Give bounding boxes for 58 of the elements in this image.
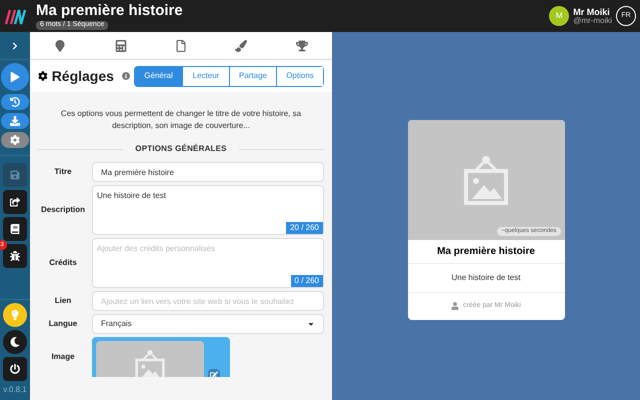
lightbulb-icon [10,310,20,320]
tool-button[interactable] [3,190,27,214]
field-label: Description [40,204,86,216]
calculator-icon [114,40,127,52]
field-label: Titre [53,166,73,178]
sidebar-button[interactable] [3,357,27,381]
text-field[interactable]: Ajoutez un lien vers votre site web si vous le souhaitez [92,291,324,311]
play-icon [10,72,20,82]
intro-text: Ces options vous permettent de changer le titre de votre histoire, sa description, son image de couverture... [60,108,302,132]
card-title: Ma première histoire [408,240,564,264]
moon-icon [10,337,20,347]
user-handle: @mr-moiki [573,16,612,24]
chevron-icon [11,42,19,50]
field-label: Lien [54,295,72,307]
share-icon [10,197,20,207]
trophy-icon [296,40,308,52]
history-icon [10,97,20,107]
field-label: Image [50,351,76,363]
story-title: Ma première histoire [36,2,183,20]
sidebar-button[interactable] [1,132,29,148]
user-name: Mr Moiki [573,8,611,16]
text-field[interactable]: Ma première histoire [92,162,324,182]
user-icon [451,302,460,310]
text-area-value: Une histoire de test [97,191,166,200]
settings-icon [10,135,20,145]
language-select[interactable]: Français [92,314,324,334]
sidebar-button[interactable] [3,330,27,354]
sidebar-button[interactable] [1,113,29,129]
sidebar-button[interactable] [3,303,27,327]
character-counter: 0 / 260 [290,275,323,287]
settings-title: Réglages [52,66,114,86]
field-label: Crédits [48,257,78,269]
bug-icon [10,251,20,261]
field-label: Langue [48,318,78,330]
user-avatar[interactable]: M [549,6,570,26]
tool-button[interactable] [3,244,27,268]
book-icon [10,224,20,234]
text-area-placeholder: Ajouter des crédits personnalisés [97,244,215,253]
brush-icon [235,40,248,52]
text-area[interactable]: Une histoire de test 20 / 260 [92,185,324,235]
tool-button[interactable] [3,217,27,241]
sidebar-button[interactable] [1,63,29,91]
power-icon [10,364,20,374]
caret-icon [307,320,315,328]
settings-tab[interactable]: Options [276,66,323,86]
info-icon[interactable] [122,71,130,81]
map-marker-icon [54,40,66,52]
settings-tab[interactable]: Général [135,66,182,86]
character-counter: 20 / 260 [286,222,323,234]
sidebar-button[interactable] [1,94,29,110]
download-icon [10,116,20,126]
settings-icon [38,70,48,82]
version-label: v.0.8.1 [3,384,27,396]
select-value: Français [101,318,132,330]
card-description: Une histoire de test [408,264,564,293]
text-area[interactable]: Ajouter des crédits personnalisés 0 / 260 [92,238,324,288]
section-heading: OPTIONS GÉNÉRALES [135,143,227,155]
file-icon [174,40,187,52]
